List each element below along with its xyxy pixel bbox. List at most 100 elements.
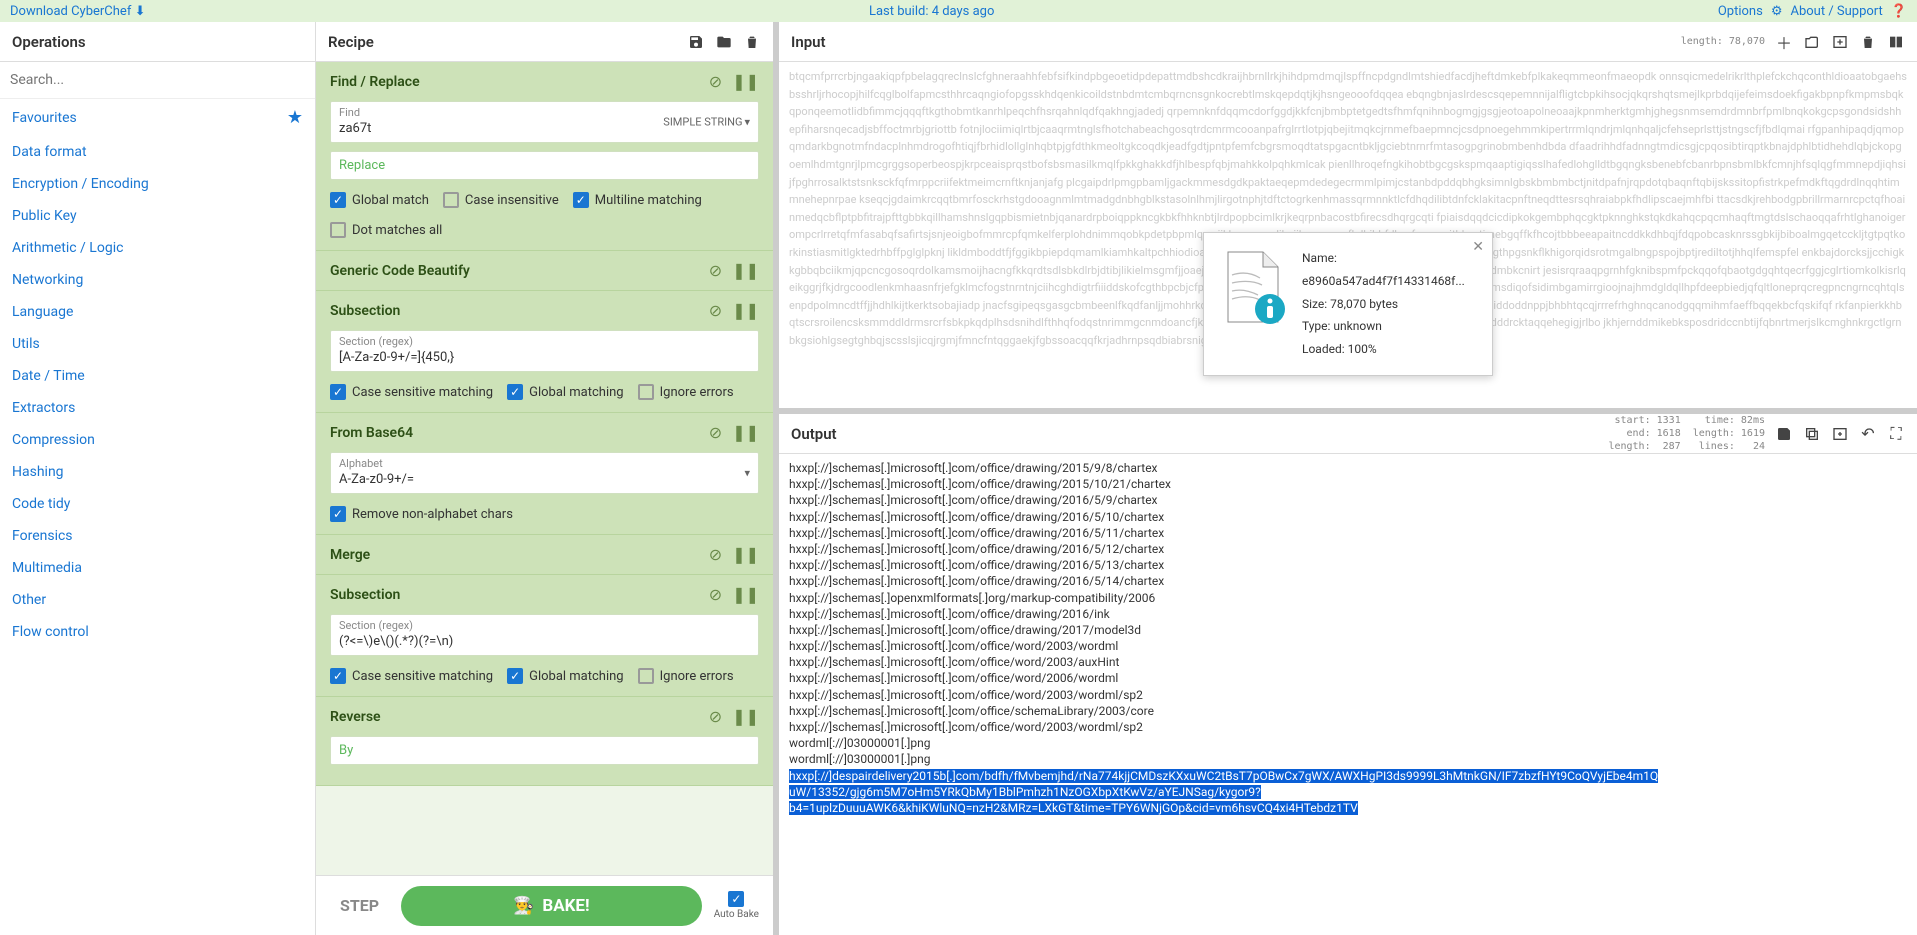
pause-icon[interactable]: ❚❚ (732, 72, 759, 91)
search-input[interactable] (10, 68, 305, 92)
autobake-label: Auto Bake (714, 909, 759, 920)
checkbox[interactable] (507, 668, 523, 684)
disable-icon[interactable]: ⊘ (709, 72, 722, 91)
folder-open-icon[interactable] (1803, 33, 1821, 51)
save-output-icon[interactable] (1775, 425, 1793, 443)
category-item[interactable]: Code tidy (0, 488, 315, 520)
gear-icon[interactable]: ⚙ (1771, 4, 1783, 19)
disable-icon[interactable]: ⊘ (709, 261, 722, 280)
checkbox-option[interactable]: Case sensitive matching (330, 668, 493, 684)
disable-icon[interactable]: ⊘ (709, 301, 722, 320)
op-title: Subsection (330, 587, 400, 603)
input-content[interactable]: btqcmfprrcrbjngaakiqpfpbelagqreclnslcfgh… (779, 62, 1917, 408)
fullscreen-icon[interactable]: ⛶ (1887, 425, 1905, 443)
about-link[interactable]: About / Support (1790, 4, 1882, 19)
help-icon[interactable]: ❓ (1891, 4, 1907, 19)
recipe-body: Find / Replace⊘❚❚Findza67tSIMPLE STRING … (316, 62, 773, 875)
checkbox[interactable] (330, 192, 346, 208)
category-item[interactable]: Public Key (0, 200, 315, 232)
add-icon[interactable]: ＋ (1775, 33, 1793, 51)
dropdown-toggle[interactable]: ▾ (744, 467, 750, 480)
checkbox[interactable] (638, 668, 654, 684)
last-build-link[interactable]: Last build: 4 days ago (869, 4, 994, 19)
checkbox-option[interactable]: Global matching (507, 384, 624, 400)
op-field[interactable]: Section (regex)[A-Za-z0-9+/=]{450,} (330, 330, 759, 372)
pause-icon[interactable]: ❚❚ (732, 585, 759, 604)
input-import-icon[interactable] (1831, 33, 1849, 51)
checkbox[interactable] (330, 384, 346, 400)
download-link[interactable]: Download CyberChef ⬇ (10, 4, 145, 19)
category-item[interactable]: Multimedia (0, 552, 315, 584)
checkbox-option[interactable]: Ignore errors (638, 384, 734, 400)
bake-button[interactable]: 👨‍🍳 BAKE! (401, 886, 702, 926)
checkbox-option[interactable]: Case insensitive (443, 192, 559, 208)
pause-icon[interactable]: ❚❚ (732, 261, 759, 280)
category-item[interactable]: Extractors (0, 392, 315, 424)
close-icon[interactable]: ✕ (1472, 239, 1484, 255)
trash-icon[interactable] (743, 33, 761, 51)
output-line: hxxp[://]schemas[.]microsoft[.]com/offic… (789, 703, 1907, 719)
op-field[interactable]: AlphabetA-Za-z0-9+/=▾ (330, 452, 759, 494)
category-item[interactable]: Compression (0, 424, 315, 456)
checkbox[interactable] (638, 384, 654, 400)
category-item[interactable]: Forensics (0, 520, 315, 552)
output-content[interactable]: hxxp[://]schemas[.]microsoft[.]com/offic… (779, 454, 1917, 935)
op-field[interactable]: Section (regex)(?<=\)e\()(.*?)(?=\n) (330, 614, 759, 656)
disable-icon[interactable]: ⊘ (709, 585, 722, 604)
disable-icon[interactable]: ⊘ (709, 423, 722, 442)
checkbox-option[interactable]: Remove non-alphabet chars (330, 506, 513, 522)
op-field[interactable]: By (330, 736, 759, 765)
category-item[interactable]: Language (0, 296, 315, 328)
checkbox[interactable] (330, 222, 346, 238)
output-line: wordml[://]03000001[.]png (789, 751, 1907, 767)
checkbox-option[interactable]: Ignore errors (638, 668, 734, 684)
clear-icon[interactable] (1859, 33, 1877, 51)
disable-icon[interactable]: ⊘ (709, 545, 722, 564)
move-output-icon[interactable] (1831, 425, 1849, 443)
category-item[interactable]: Data format (0, 136, 315, 168)
op-field[interactable]: Replace (330, 151, 759, 180)
undo-icon[interactable]: ↶ (1859, 425, 1877, 443)
checkbox-option[interactable]: Global matching (507, 668, 624, 684)
checkbox[interactable] (330, 668, 346, 684)
checkbox[interactable] (330, 506, 346, 522)
checkbox-option[interactable]: Dot matches all (330, 222, 442, 238)
op-field[interactable]: Findza67tSIMPLE STRING ▾ (330, 101, 759, 143)
category-list: Favourites★Data formatEncryption / Encod… (0, 99, 315, 935)
save-icon[interactable] (687, 33, 705, 51)
category-item[interactable]: Networking (0, 264, 315, 296)
options-link[interactable]: Options (1718, 4, 1763, 19)
checkbox[interactable] (507, 384, 523, 400)
output-panel: Output start: 1331 time: 82ms end: 1618 … (779, 414, 1917, 935)
pause-icon[interactable]: ❚❚ (732, 545, 759, 564)
star-icon: ★ (287, 107, 303, 128)
dropdown-toggle[interactable]: SIMPLE STRING ▾ (663, 116, 750, 129)
category-item[interactable]: Date / Time (0, 360, 315, 392)
toggle-icon[interactable] (1887, 33, 1905, 51)
recipe-operation: Generic Code Beautify⊘❚❚ (316, 251, 773, 291)
copy-icon[interactable] (1803, 425, 1821, 443)
checkbox-option[interactable]: Case sensitive matching (330, 384, 493, 400)
category-item[interactable]: Arithmetic / Logic (0, 232, 315, 264)
category-item[interactable]: Encryption / Encoding (0, 168, 315, 200)
checkbox[interactable] (443, 192, 459, 208)
category-item[interactable]: Other (0, 584, 315, 616)
output-line: hxxp[://]schemas[.]microsoft[.]com/offic… (789, 622, 1907, 638)
category-item[interactable]: Flow control (0, 616, 315, 648)
folder-icon[interactable] (715, 33, 733, 51)
pause-icon[interactable]: ❚❚ (732, 423, 759, 442)
checkbox[interactable] (573, 192, 589, 208)
checkbox-option[interactable]: Global match (330, 192, 429, 208)
op-title: Merge (330, 547, 370, 563)
pause-icon[interactable]: ❚❚ (732, 707, 759, 726)
autobake-checkbox[interactable] (728, 891, 744, 907)
category-item[interactable]: Utils (0, 328, 315, 360)
step-button[interactable]: STEP (330, 896, 389, 915)
output-line: hxxp[://]schemas[.]microsoft[.]com/offic… (789, 719, 1907, 735)
category-item[interactable]: Hashing (0, 456, 315, 488)
disable-icon[interactable]: ⊘ (709, 707, 722, 726)
checkbox-option[interactable]: Multiline matching (573, 192, 702, 208)
pause-icon[interactable]: ❚❚ (732, 301, 759, 320)
category-item[interactable]: Favourites★ (0, 99, 315, 136)
chevron-down-icon: ▾ (744, 467, 750, 480)
